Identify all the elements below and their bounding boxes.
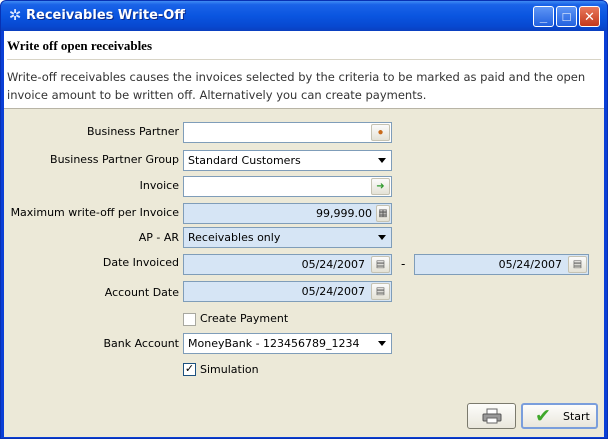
maximize-button[interactable]: □ (556, 6, 577, 27)
calendar-icon: ▤ (375, 259, 386, 270)
header-panel: Write off open receivables Write-off rec… (4, 31, 604, 109)
ap-ar-label: AP - AR (138, 231, 179, 244)
calendar-icon: ▤ (572, 259, 583, 270)
start-button[interactable]: ✔ Start (521, 403, 598, 429)
business-partner-group-label: Business Partner Group (50, 153, 179, 166)
checkmark-icon: ✔ (535, 406, 551, 427)
simulation-checkbox[interactable]: ✓ (183, 363, 196, 376)
date-invoiced-from-field[interactable]: 05/24/2007 ▤ (183, 254, 392, 275)
chevron-down-icon (378, 341, 386, 346)
start-label: Start (563, 410, 590, 423)
chevron-down-icon (378, 235, 386, 240)
date-invoiced-from-value: 05/24/2007 (301, 258, 365, 271)
bank-account-select[interactable]: MoneyBank - 123456789_1234 (183, 333, 392, 354)
app-window: ✲ Receivables Write-Off _ □ ✕ Write off … (0, 0, 608, 439)
date-invoiced-label: Date Invoiced (102, 256, 179, 269)
minimize-button[interactable]: _ (533, 6, 554, 27)
date-invoiced-to-value: 05/24/2007 (498, 258, 562, 271)
ap-ar-select[interactable]: Receivables only (183, 227, 392, 248)
check-icon: ✓ (184, 363, 195, 375)
account-date-calendar-button[interactable]: ▤ (371, 283, 390, 300)
chevron-down-icon (378, 158, 386, 163)
gear-icon: ✲ (8, 7, 22, 24)
business-partner-group-select[interactable]: Standard Customers (183, 150, 392, 171)
bank-account-label: Bank Account (103, 337, 179, 350)
date-invoiced-from-calendar-button[interactable]: ▤ (371, 256, 390, 273)
close-icon: ✕ (584, 9, 595, 24)
max-writeoff-field[interactable]: 99,999.00 ▦ (183, 203, 392, 224)
print-button[interactable] (467, 403, 516, 429)
business-partner-group-value: Standard Customers (188, 154, 301, 167)
calendar-icon: ▤ (375, 286, 386, 297)
calculator-button[interactable]: ▦ (376, 205, 390, 222)
date-range-separator: - (401, 257, 406, 271)
invoice-field[interactable]: ➜ (183, 176, 392, 197)
create-payment-checkbox[interactable] (183, 313, 196, 326)
close-button[interactable]: ✕ (579, 6, 600, 27)
max-writeoff-value: 99,999.00 (316, 207, 372, 220)
account-date-label: Account Date (104, 286, 179, 299)
dialog-content: Write off open receivables Write-off rec… (4, 31, 604, 437)
invoice-lookup-button[interactable]: ➜ (371, 178, 390, 195)
simulation-label: Simulation (200, 363, 259, 376)
invoice-label: Invoice (139, 179, 179, 192)
date-invoiced-to-field[interactable]: 05/24/2007 ▤ (414, 254, 589, 275)
date-invoiced-to-calendar-button[interactable]: ▤ (568, 256, 587, 273)
arrow-right-icon: ➜ (376, 181, 385, 192)
bank-account-value: MoneyBank - 123456789_1234 (188, 337, 360, 350)
business-partner-field[interactable]: ● (183, 122, 392, 143)
business-partner-label: Business Partner (87, 125, 179, 138)
header-divider (7, 59, 601, 60)
printer-icon (482, 408, 502, 424)
account-date-value: 05/24/2007 (301, 285, 365, 298)
person-icon: ● (377, 127, 384, 138)
account-date-field[interactable]: 05/24/2007 ▤ (183, 281, 392, 302)
header-title: Write off open receivables (7, 38, 153, 53)
window-title: Receivables Write-Off (26, 8, 185, 23)
ap-ar-value: Receivables only (188, 231, 281, 244)
minimize-icon: _ (539, 9, 548, 24)
calculator-icon: ▦ (378, 208, 388, 219)
header-description: Write-off receivables causes the invoice… (7, 70, 586, 102)
maximize-icon: □ (562, 9, 571, 24)
create-payment-label: Create Payment (200, 312, 289, 325)
title-bar[interactable]: ✲ Receivables Write-Off _ □ ✕ (1, 1, 607, 31)
max-writeoff-label: Maximum write-off per Invoice (10, 206, 179, 219)
business-partner-lookup-button[interactable]: ● (371, 124, 390, 141)
